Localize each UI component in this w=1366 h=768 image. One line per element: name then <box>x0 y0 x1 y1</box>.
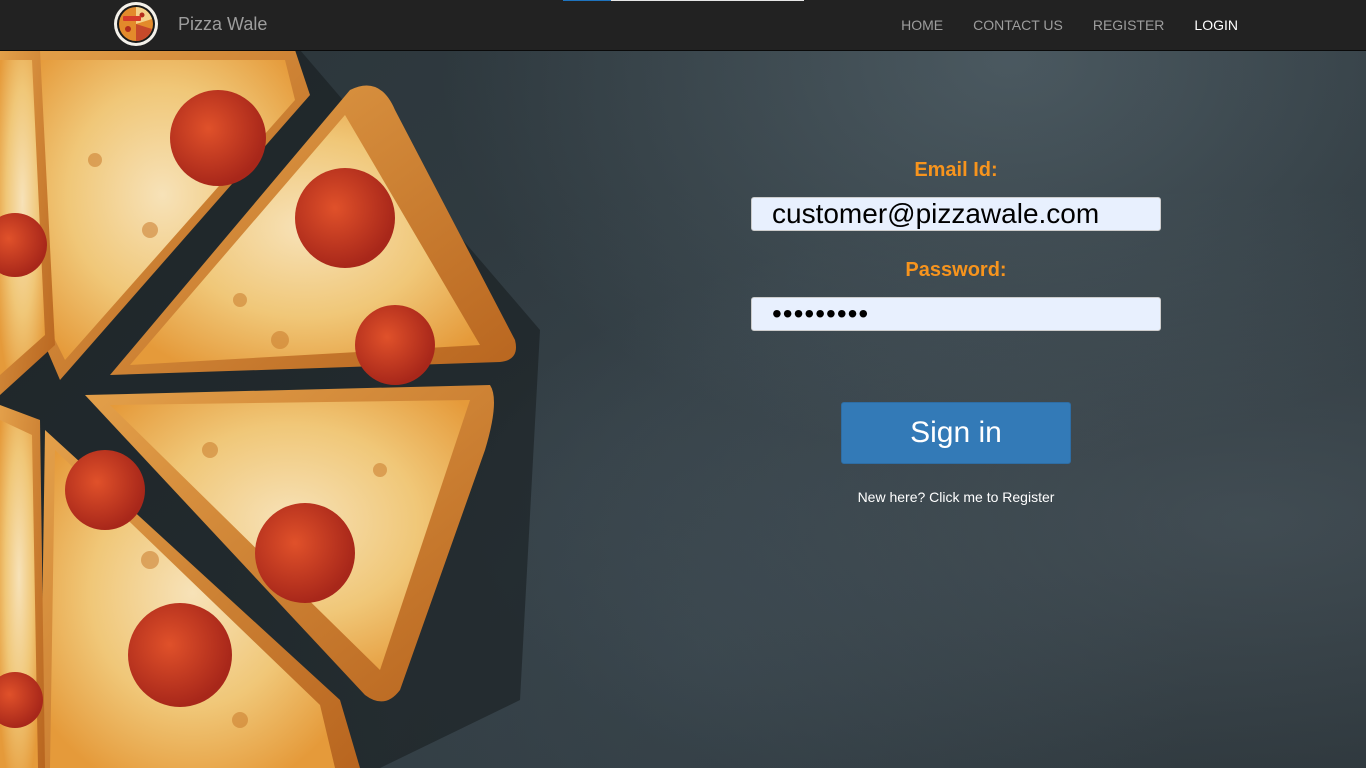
nav-item-contact-us[interactable]: CONTACT US <box>958 17 1078 33</box>
page-loading-bar <box>563 0 804 1</box>
nav-item-home[interactable]: HOME <box>886 17 958 33</box>
pizza-image <box>0 50 540 768</box>
page-loading-bar-track <box>611 0 804 1</box>
login-form: Email Id: Password: Sign in New here? Cl… <box>751 155 1161 505</box>
email-field[interactable] <box>751 197 1161 231</box>
nav-links: HOME CONTACT US REGISTER LOGIN <box>886 0 1253 50</box>
nav-item-login[interactable]: LOGIN <box>1179 17 1253 33</box>
top-navbar: Pizza Wale HOME CONTACT US REGISTER LOGI… <box>0 0 1366 51</box>
pizza-logo-icon[interactable] <box>113 1 159 47</box>
page-loading-bar-fill <box>563 0 612 1</box>
email-label: Email Id: <box>914 159 998 181</box>
password-label: Password: <box>905 259 1007 281</box>
brand-name[interactable]: Pizza Wale <box>178 14 267 35</box>
sign-in-button[interactable]: Sign in <box>841 402 1071 464</box>
register-link[interactable]: New here? Click me to Register <box>751 489 1161 505</box>
nav-item-register[interactable]: REGISTER <box>1078 17 1180 33</box>
password-field[interactable] <box>751 297 1161 331</box>
